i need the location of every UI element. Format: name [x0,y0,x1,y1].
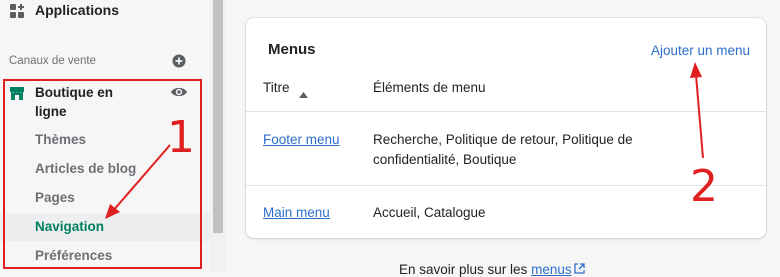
column-header-title[interactable]: Titre [263,80,290,95]
column-header-menu-items: Éléments de menu [373,80,486,95]
menu-link-main[interactable]: Main menu [263,203,353,223]
annotation-number-1: 1 [167,112,195,163]
divider [246,111,766,112]
menus-card: Menus Ajouter un menu Titre Éléments de … [246,18,766,238]
section-title: Canaux de vente [9,55,96,67]
menu-items-text: Recherche, Politique de retour, Politiqu… [373,132,633,167]
annotation-number-2: 2 [690,161,718,212]
card-title: Menus [268,41,316,58]
help-text: En savoir plus sur les menus [399,262,585,277]
scrollbar-thumb[interactable] [213,0,223,233]
external-link-icon [572,262,585,277]
menu-items-text: Accueil, Catalogue [373,205,486,220]
sidebar-item-label: Applications [35,2,120,18]
add-channel-icon[interactable] [172,54,186,71]
add-menu-link[interactable]: Ajouter un menu [651,43,750,58]
sidebar-item-applications[interactable]: Applications [0,0,210,22]
apps-icon [9,3,25,22]
annotation-highlight-box [3,79,202,269]
help-menus-link[interactable]: menus [531,262,572,277]
sort-ascending-icon[interactable] [299,85,308,103]
divider [246,185,766,186]
menu-link-footer[interactable]: Footer menu [263,130,343,150]
help-text-label: En savoir plus sur les [399,262,528,277]
